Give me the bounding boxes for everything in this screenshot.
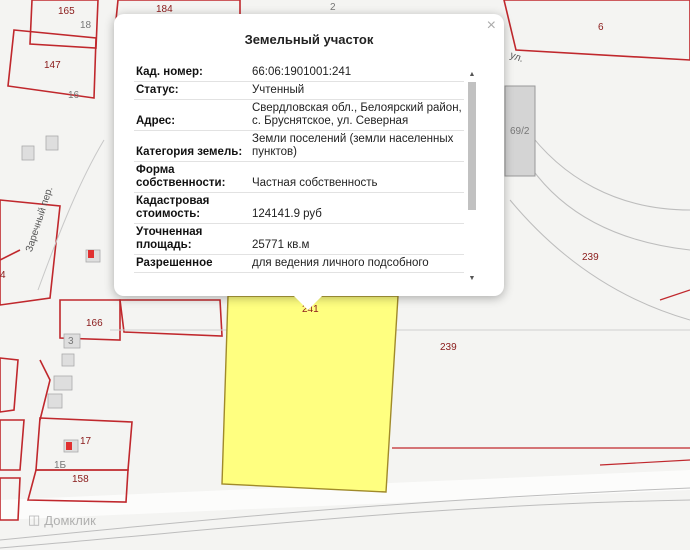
parcel-label: 239: [582, 252, 599, 263]
parcel-241-selected: [221, 295, 399, 493]
scroll-down-icon[interactable]: ▼: [466, 274, 478, 284]
popup-title: Земельный участок: [244, 32, 374, 47]
house-number: 3: [68, 336, 74, 347]
row-value: Земли поселений (земли населенных пункто…: [246, 130, 464, 162]
parcel-label: 165: [58, 6, 75, 17]
watermark: ◫ Домклик: [28, 512, 96, 528]
table-row: Адрес: Свердловская обл., Белоярский райо…: [134, 99, 464, 131]
watermark-text: Домклик: [44, 512, 96, 528]
attributes-table: Кад. номер: 66:06:1901001:241 Статус: Учте…: [134, 64, 464, 273]
row-key: Кадастровая стоимость:: [134, 192, 246, 224]
table-row: Уточненная площадь: 25771 кв.м: [134, 223, 464, 255]
row-key: Разрешенное: [134, 254, 246, 273]
row-key: Категория земель:: [134, 130, 246, 162]
table-row: Кадастровая стоимость: 124141.9 руб: [134, 192, 464, 224]
popup-scrollbar[interactable]: ▲ ▼: [466, 70, 478, 284]
table-row: Разрешенное для ведения личного подсобног…: [134, 254, 464, 273]
row-key: Уточненная площадь:: [134, 223, 246, 255]
parcel-label: 166: [86, 318, 103, 329]
parcel-label: 147: [44, 60, 61, 71]
table-row: Категория земель: Земли поселений (земли …: [134, 130, 464, 162]
row-value: 25771 кв.м: [246, 223, 464, 255]
house-number: 18: [80, 20, 92, 31]
parcel-label: 4: [0, 270, 6, 281]
row-value: Частная собственность: [246, 161, 464, 193]
parcel-label: 239: [440, 342, 457, 353]
parcel-label: 6: [598, 22, 604, 33]
parcel-info-popup: Земельный участок × Кад. номер: 66:06:190…: [114, 14, 504, 310]
domclick-logo-icon: ◫: [28, 512, 41, 527]
parcel-label: 158: [72, 474, 89, 485]
row-value: для ведения личного подсобного: [246, 254, 464, 273]
table-row: Кад. номер: 66:06:1901001:241: [134, 64, 464, 82]
close-icon[interactable]: ×: [487, 18, 496, 34]
row-value: Учтенный: [246, 81, 464, 100]
row-key: Форма собственности:: [134, 161, 246, 193]
scroll-up-icon[interactable]: ▲: [466, 70, 478, 80]
house-number: 1Б: [54, 460, 67, 471]
popup-body[interactable]: Кад. номер: 66:06:1901001:241 Статус: Учте…: [134, 64, 480, 286]
row-value: 124141.9 руб: [246, 192, 464, 224]
parcel-label: 17: [80, 436, 92, 447]
table-row: Форма собственности: Частная собственност…: [134, 161, 464, 193]
row-key: Адрес:: [134, 99, 246, 131]
scroll-thumb[interactable]: [468, 82, 476, 210]
row-value: 66:06:1901001:241: [246, 64, 464, 82]
row-key: Кад. номер:: [134, 64, 246, 82]
house-number: 2: [330, 2, 336, 13]
table-row: Статус: Учтенный: [134, 81, 464, 100]
row-key: Статус:: [134, 81, 246, 100]
house-number: 69/2: [510, 126, 530, 137]
row-value: Свердловская обл., Белоярский район, с. …: [246, 99, 464, 131]
house-number: 16: [68, 90, 80, 101]
